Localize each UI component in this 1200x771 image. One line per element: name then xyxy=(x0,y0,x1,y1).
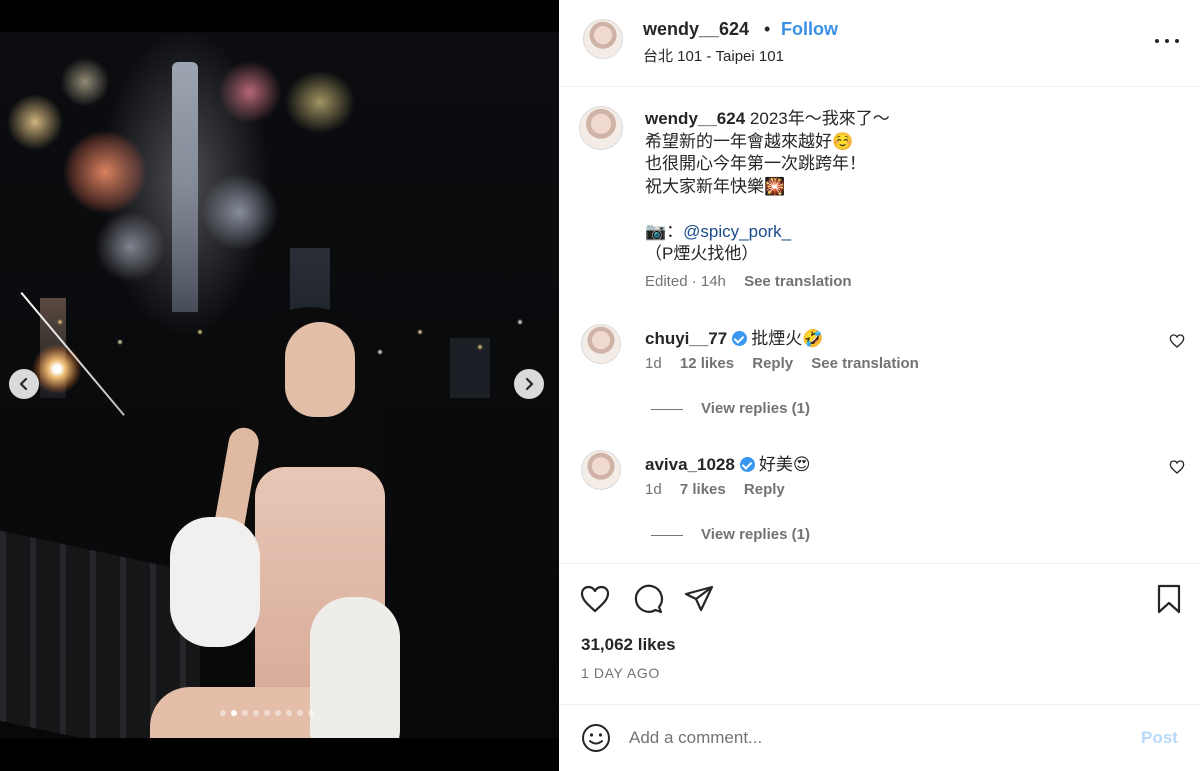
commenter-avatar[interactable] xyxy=(581,450,621,490)
carousel-dot xyxy=(297,710,303,716)
more-dot xyxy=(1175,39,1179,43)
carousel-dot xyxy=(286,710,292,716)
commenter-username[interactable]: aviva_1028 xyxy=(645,455,735,474)
carousel-dot xyxy=(253,710,259,716)
chevron-left-icon xyxy=(19,377,28,391)
carousel-dot xyxy=(242,710,248,716)
comment-composer: Post xyxy=(559,705,1200,771)
comment-text: chuyi__77 批煙火🤣 xyxy=(645,324,823,349)
post-side-panel: wendy__624 • Follow 台北 101 - Taipei 101 … xyxy=(559,0,1200,771)
commenter-username[interactable]: chuyi__77 xyxy=(645,329,727,348)
post-header: wendy__624 • Follow 台北 101 - Taipei 101 xyxy=(559,0,1200,87)
comment-bubble-icon[interactable] xyxy=(632,583,664,615)
face xyxy=(285,322,355,417)
carousel-dot xyxy=(231,710,237,716)
comment-body: 批煙火🤣 xyxy=(751,329,824,348)
camera-credit-prefix: 📷： xyxy=(645,221,684,241)
post-actions: 31,062 likes 1 DAY AGO xyxy=(559,563,1200,705)
likes-count[interactable]: 31,062 likes xyxy=(581,635,676,655)
comment-likes[interactable]: 7 likes xyxy=(680,481,726,498)
caption-edited-time: Edited · 14h xyxy=(645,273,726,290)
photographer-mention-link[interactable]: @spicy_pork_ xyxy=(683,222,791,241)
caption-line: （P煙火找他） xyxy=(645,244,759,263)
post-location[interactable]: 台北 101 - Taipei 101 xyxy=(643,45,784,66)
replies-line xyxy=(651,408,683,410)
comment-meta: 1d 7 likes Reply xyxy=(645,481,799,498)
post-comment-button[interactable]: Post xyxy=(1141,728,1178,748)
like-heart-icon[interactable] xyxy=(579,583,611,615)
fur-wrap xyxy=(170,517,260,647)
replies-line xyxy=(651,534,683,536)
caption-avatar[interactable] xyxy=(579,106,623,150)
reply-button[interactable]: Reply xyxy=(752,355,793,372)
see-translation-link[interactable]: See translation xyxy=(811,355,919,372)
carousel-indicator xyxy=(220,710,314,716)
view-replies-button[interactable]: View replies (1) xyxy=(651,526,810,543)
heart-icon[interactable] xyxy=(1169,459,1185,475)
view-replies-button[interactable]: View replies (1) xyxy=(651,400,810,417)
caption-line: 希望新的一年會越來越好☺️ xyxy=(645,131,854,151)
verified-badge-icon xyxy=(739,457,755,472)
separator-dot: • xyxy=(764,19,771,39)
add-comment-input[interactable] xyxy=(629,724,1109,752)
comment-likes[interactable]: 12 likes xyxy=(680,355,734,372)
carousel-next-button[interactable] xyxy=(514,369,544,399)
more-dot xyxy=(1165,39,1169,43)
more-dot xyxy=(1155,39,1159,43)
carousel-dot xyxy=(275,710,281,716)
caption-line: 📷：@spicy_pork_ xyxy=(645,221,1165,244)
save-bookmark-icon[interactable] xyxy=(1153,583,1185,615)
share-paper-plane-icon[interactable] xyxy=(683,583,715,615)
caption-line: 也很開心今年第一次跳跨年！ xyxy=(645,154,866,173)
fur-wrap xyxy=(310,597,400,738)
more-options-button[interactable] xyxy=(1155,31,1179,51)
media-panel xyxy=(0,0,559,771)
emoji-smile-icon[interactable] xyxy=(581,723,611,753)
caption-body: wendy__624 2023年～我來了～ 希望新的一年會越來越好☺️ 也很開心… xyxy=(645,108,1165,266)
comment-body: 好美😍 xyxy=(758,455,811,474)
carousel-dot xyxy=(264,710,270,716)
post-photo[interactable] xyxy=(0,32,559,738)
comment-age: 1d xyxy=(645,481,662,498)
caption-meta: Edited · 14h See translation xyxy=(645,273,852,290)
carousel-dot xyxy=(220,710,226,716)
caption-line: 祝大家新年快樂🎇 xyxy=(645,176,786,196)
person xyxy=(150,307,420,738)
heart-icon[interactable] xyxy=(1169,333,1185,349)
commenter-avatar[interactable] xyxy=(581,324,621,364)
author-username[interactable]: wendy__624 xyxy=(643,19,749,40)
caption-text: 2023年～我來了～ xyxy=(745,109,890,128)
view-replies-label: View replies (1) xyxy=(701,400,810,417)
verified-badge-icon xyxy=(732,331,748,346)
comment-text: aviva_1028 好美😍 xyxy=(645,450,811,475)
instagram-post-view: wendy__624 • Follow 台北 101 - Taipei 101 … xyxy=(0,0,1200,771)
carousel-dot xyxy=(308,710,314,716)
see-translation-link[interactable]: See translation xyxy=(744,273,852,290)
follow-button[interactable]: Follow xyxy=(781,19,838,40)
view-replies-label: View replies (1) xyxy=(701,526,810,543)
comment-age: 1d xyxy=(645,355,662,372)
post-timestamp[interactable]: 1 DAY AGO xyxy=(581,665,660,681)
author-avatar[interactable] xyxy=(583,19,623,59)
sparkler-flame xyxy=(32,344,82,394)
chevron-right-icon xyxy=(525,377,534,391)
reply-button[interactable]: Reply xyxy=(744,481,785,498)
taipei-101-tower xyxy=(172,62,198,312)
caption-line: wendy__624 2023年～我來了～ xyxy=(645,108,1165,131)
carousel-prev-button[interactable] xyxy=(9,369,39,399)
caption-username[interactable]: wendy__624 xyxy=(645,109,745,128)
comment-meta: 1d 12 likes Reply See translation xyxy=(645,355,933,372)
